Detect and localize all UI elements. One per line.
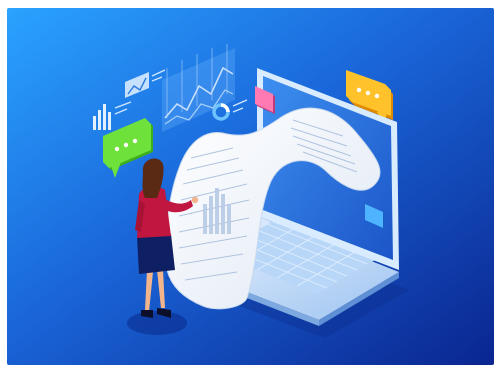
figure-shadow xyxy=(127,311,187,335)
illustration-canvas xyxy=(7,8,494,365)
data-report-illustration xyxy=(7,8,494,365)
image-frame xyxy=(0,0,499,374)
